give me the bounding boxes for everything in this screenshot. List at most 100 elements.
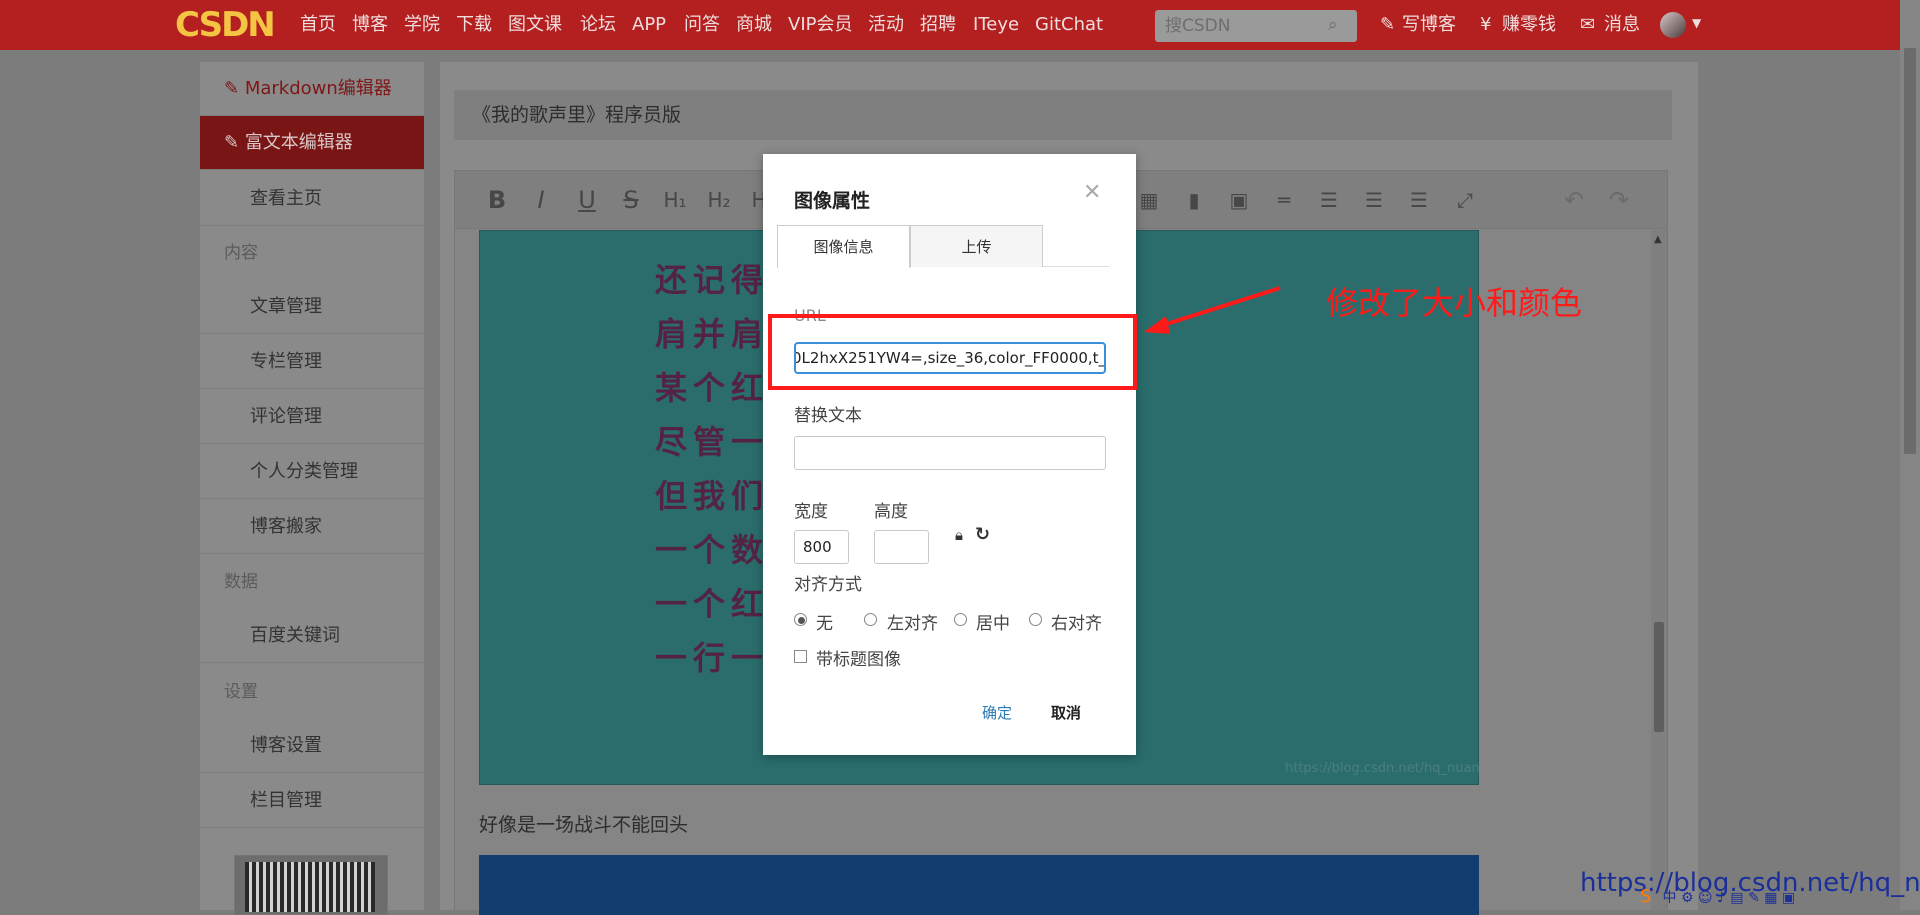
image-watermark: https://blog.csdn.net/hq_nuan xyxy=(1285,761,1480,776)
undo-icon[interactable]: ↶ xyxy=(1560,187,1588,213)
lock-icon[interactable]: 🔒︎ xyxy=(955,526,963,544)
align-right-label: 右对齐 xyxy=(1051,614,1102,634)
chart-icon[interactable]: ▮ xyxy=(1180,187,1208,213)
sidebar-section-data: 数据 xyxy=(224,572,258,592)
write-blog-link[interactable]: 写博客 xyxy=(1402,14,1456,36)
alt-text-input[interactable] xyxy=(794,436,1106,470)
poem-line: 还记得 xyxy=(655,261,770,299)
cancel-button[interactable]: 取消 xyxy=(1051,702,1081,723)
messages-link[interactable]: 消息 xyxy=(1604,14,1640,36)
nav-forum[interactable]: 论坛 xyxy=(580,14,616,36)
nav-qa[interactable]: 问答 xyxy=(684,14,720,36)
scrollbar-thumb[interactable] xyxy=(1654,622,1664,732)
nav-blog[interactable]: 博客 xyxy=(352,14,388,36)
annotation-arrow xyxy=(1144,286,1281,334)
captioned-label: 带标题图像 xyxy=(816,650,901,670)
nav-tuwenke[interactable]: 图文课 xyxy=(508,14,562,36)
second-image[interactable] xyxy=(479,855,1479,915)
align-center-label: 居中 xyxy=(976,614,1010,634)
width-input[interactable]: 800 xyxy=(794,530,849,564)
height-label: 高度 xyxy=(874,502,908,522)
sidebar-item-categories[interactable]: 个人分类管理 xyxy=(200,445,424,499)
image-icon[interactable]: ▣ xyxy=(1225,187,1253,213)
editor-scrollbar[interactable]: ▲ xyxy=(1651,230,1667,910)
coin-icon: ¥ xyxy=(1480,14,1492,35)
nav-app[interactable]: APP xyxy=(632,14,666,36)
nav-iteye[interactable]: ITeye xyxy=(973,14,1019,36)
scroll-up-icon[interactable]: ▲ xyxy=(1654,234,1662,245)
system-tray-icons: S 中 ⚙ ☺ ♪ ▤ ✎ ▦ ▣ xyxy=(1640,886,1885,908)
align-none-radio[interactable] xyxy=(794,613,807,626)
indent-icon[interactable]: ☰ xyxy=(1360,187,1388,213)
top-navbar: CSDN 首页 博客 学院 下载 图文课 论坛 APP 问答 商城 VIP会员 … xyxy=(0,0,1920,50)
italic-icon[interactable]: I xyxy=(527,187,555,213)
search-icon[interactable]: ⌕ xyxy=(1328,16,1346,34)
sidebar-item-baidu[interactable]: 百度关键词 xyxy=(200,609,424,663)
tab-image-info[interactable]: 图像信息 xyxy=(777,225,910,268)
heading2-icon[interactable]: H₂ xyxy=(705,187,733,213)
tab-upload[interactable]: 上传 xyxy=(910,225,1043,267)
poem-line: 尽管一 xyxy=(655,423,770,461)
avatar[interactable] xyxy=(1660,12,1686,38)
reset-icon[interactable]: ↻ xyxy=(975,524,990,545)
align-left-radio[interactable] xyxy=(864,613,877,626)
sidebar-item-move[interactable]: 博客搬家 xyxy=(200,500,424,554)
nav-activity[interactable]: 活动 xyxy=(868,14,904,36)
hr-icon[interactable]: ═ xyxy=(1270,187,1298,213)
nav-mall[interactable]: 商城 xyxy=(736,14,772,36)
close-icon[interactable]: ✕ xyxy=(1083,180,1101,205)
bold-icon[interactable]: B xyxy=(483,187,511,213)
sidebar-item-column-mgmt[interactable]: 栏目管理 xyxy=(200,774,424,828)
height-input[interactable] xyxy=(874,530,929,564)
fullscreen-icon[interactable]: ⤢ xyxy=(1451,187,1479,213)
sidebar-item-home[interactable]: 查看主页 xyxy=(200,172,424,226)
ok-button[interactable]: 确定 xyxy=(982,702,1012,723)
align-right-radio[interactable] xyxy=(1029,613,1042,626)
earn-link[interactable]: 赚零钱 xyxy=(1502,14,1556,36)
csdn-logo[interactable]: CSDN xyxy=(175,2,290,48)
nav-download[interactable]: 下载 xyxy=(456,14,492,36)
sidebar-item-columns[interactable]: 专栏管理 xyxy=(200,335,424,389)
poem-line: 但我们 xyxy=(655,477,770,515)
sidebar-item-articles[interactable]: 文章管理 xyxy=(200,280,424,334)
alt-text-label: 替换文本 xyxy=(794,406,862,426)
align-none-label: 无 xyxy=(816,614,833,634)
page-scrollbar-thumb[interactable] xyxy=(1904,48,1916,454)
nav-gitchat[interactable]: GitChat xyxy=(1035,14,1103,36)
width-label: 宽度 xyxy=(794,502,828,522)
sidebar-item-markdown[interactable]: ✎ Markdown编辑器 xyxy=(200,62,424,116)
nav-jobs[interactable]: 招聘 xyxy=(920,14,956,36)
heading1-icon[interactable]: H₁ xyxy=(661,187,689,213)
sidebar-item-comments[interactable]: 评论管理 xyxy=(200,390,424,444)
annotation-highlight-box xyxy=(768,314,1137,390)
strikethrough-icon[interactable]: S xyxy=(617,187,645,213)
sidebar-item-blog-settings[interactable]: 博客设置 xyxy=(200,719,424,773)
pen-icon: ✎ xyxy=(224,78,245,99)
sidebar-section-settings: 设置 xyxy=(224,682,258,702)
page-scrollbar[interactable] xyxy=(1900,0,1920,910)
underline-icon[interactable]: U xyxy=(573,187,601,213)
poem-line: 一行一 xyxy=(655,639,770,677)
paragraph-text: 好像是一场战斗不能回头 xyxy=(479,814,689,836)
list-icon[interactable]: ☰ xyxy=(1405,187,1433,213)
poem-line: 肩并肩 xyxy=(655,315,770,353)
chevron-down-icon[interactable]: ▼ xyxy=(1692,16,1701,30)
table-icon[interactable]: ▦ xyxy=(1135,187,1163,213)
nav-vip[interactable]: VIP会员 xyxy=(788,14,852,36)
sidebar-item-richtext[interactable]: ✎ 富文本编辑器 xyxy=(200,116,424,170)
nav-academy[interactable]: 学院 xyxy=(404,14,440,36)
captioned-checkbox[interactable] xyxy=(794,650,807,663)
tray-icon: 中 ⚙ ☺ ♪ ▤ ✎ ▦ ▣ xyxy=(1662,890,1796,906)
align-center-radio[interactable] xyxy=(954,613,967,626)
nav-home[interactable]: 首页 xyxy=(300,14,336,36)
redo-icon[interactable]: ↷ xyxy=(1605,187,1633,213)
mail-icon: ✉ xyxy=(1580,14,1596,35)
pen-icon: ✎ xyxy=(1380,14,1396,35)
ime-icon: S xyxy=(1640,886,1652,907)
search-input[interactable]: 搜CSDN xyxy=(1155,10,1357,42)
page-break-icon[interactable]: ☰ xyxy=(1315,187,1343,213)
article-title-input[interactable]: 《我的歌声里》程序员版 xyxy=(454,90,1672,140)
annotation-text: 修改了大小和颜色 xyxy=(1326,284,1583,322)
qr-code xyxy=(234,855,388,915)
align-left-label: 左对齐 xyxy=(887,614,938,634)
